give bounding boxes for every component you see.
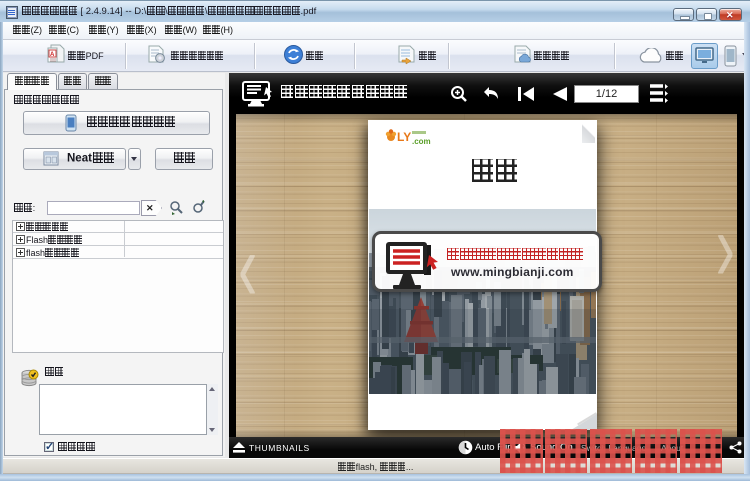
svg-text:LY: LY	[397, 130, 411, 144]
svg-text:A: A	[50, 52, 55, 58]
svg-text:.com: .com	[412, 137, 431, 146]
